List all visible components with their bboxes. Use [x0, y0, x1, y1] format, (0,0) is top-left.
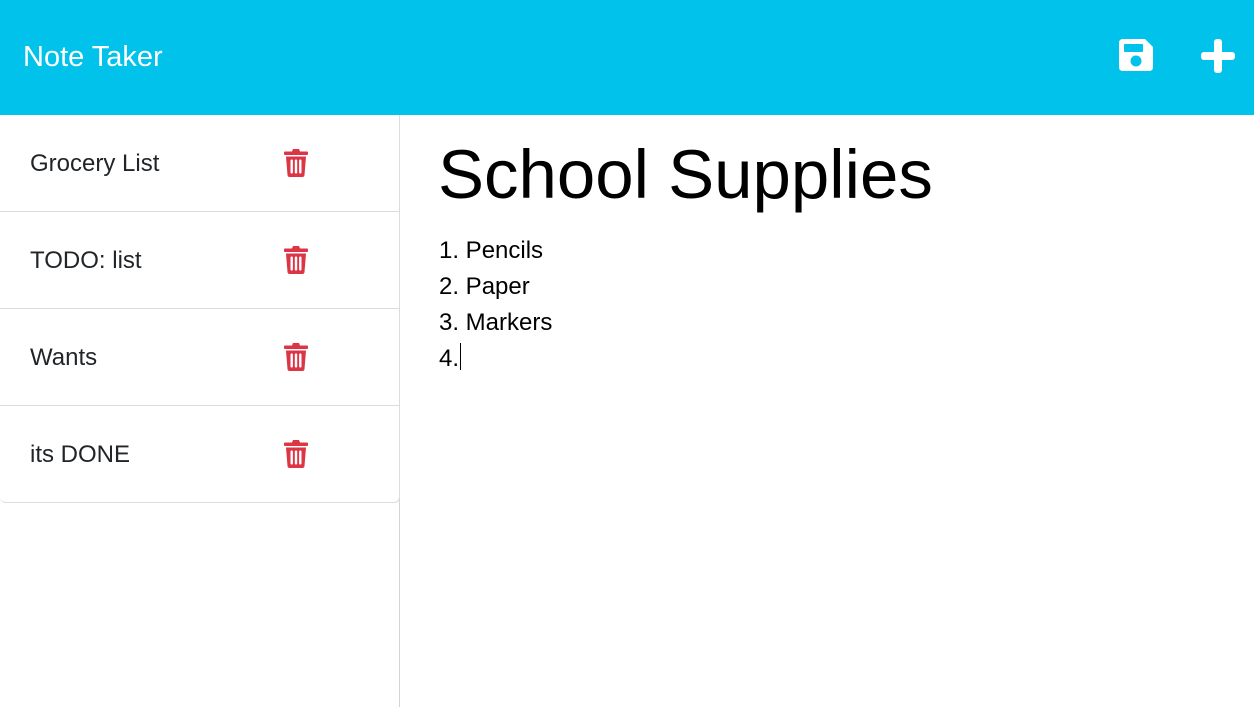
note-title-input[interactable] [438, 135, 1218, 215]
text-caret [460, 343, 462, 370]
note-list-item-title: its DONE [30, 441, 131, 468]
note-list-item-title: Wants [30, 344, 98, 371]
new-note-icon[interactable] [1201, 39, 1235, 73]
delete-note-icon[interactable] [284, 149, 308, 177]
note-body-line-text: 4. [439, 345, 460, 372]
note-list-item-title: Grocery List [30, 150, 160, 177]
note-list-item-title: TODO: list [30, 247, 142, 274]
delete-note-icon[interactable] [284, 246, 308, 274]
note-list-item[interactable]: Wants [0, 309, 399, 406]
app-brand[interactable]: Note Taker [23, 40, 163, 74]
note-body-line: 2. Paper [439, 269, 1219, 305]
save-note-icon[interactable] [1119, 39, 1153, 71]
note-body-line: 1. Pencils [439, 233, 1219, 269]
delete-note-icon[interactable] [284, 343, 308, 371]
note-body-line-text: 2. Paper [439, 273, 530, 300]
note-list-item[interactable]: TODO: list [0, 212, 399, 309]
note-body-line-text: 1. Pencils [439, 237, 544, 264]
navbar: Note Taker [0, 0, 1254, 115]
note-editor: 1. Pencils 2. Paper 3. Markers 4. [400, 115, 1254, 707]
floppy-disk-icon [1119, 39, 1153, 71]
trash-icon [284, 343, 308, 371]
note-body-line: 3. Markers [439, 305, 1219, 341]
trash-icon [284, 149, 308, 177]
notes-sidebar: Grocery List TODO: list Wants its DONE [0, 115, 400, 707]
note-body-textarea[interactable]: 1. Pencils 2. Paper 3. Markers 4. [439, 233, 1219, 673]
note-body-line: 4. [439, 341, 1219, 377]
note-list: Grocery List TODO: list Wants its DONE [0, 115, 400, 503]
note-list-item[interactable]: Grocery List [0, 115, 399, 212]
delete-note-icon[interactable] [284, 440, 308, 468]
note-body-line-text: 3. Markers [439, 309, 553, 336]
trash-icon [284, 246, 308, 274]
trash-icon [284, 440, 308, 468]
plus-icon [1201, 39, 1235, 73]
note-list-item[interactable]: its DONE [0, 406, 399, 503]
